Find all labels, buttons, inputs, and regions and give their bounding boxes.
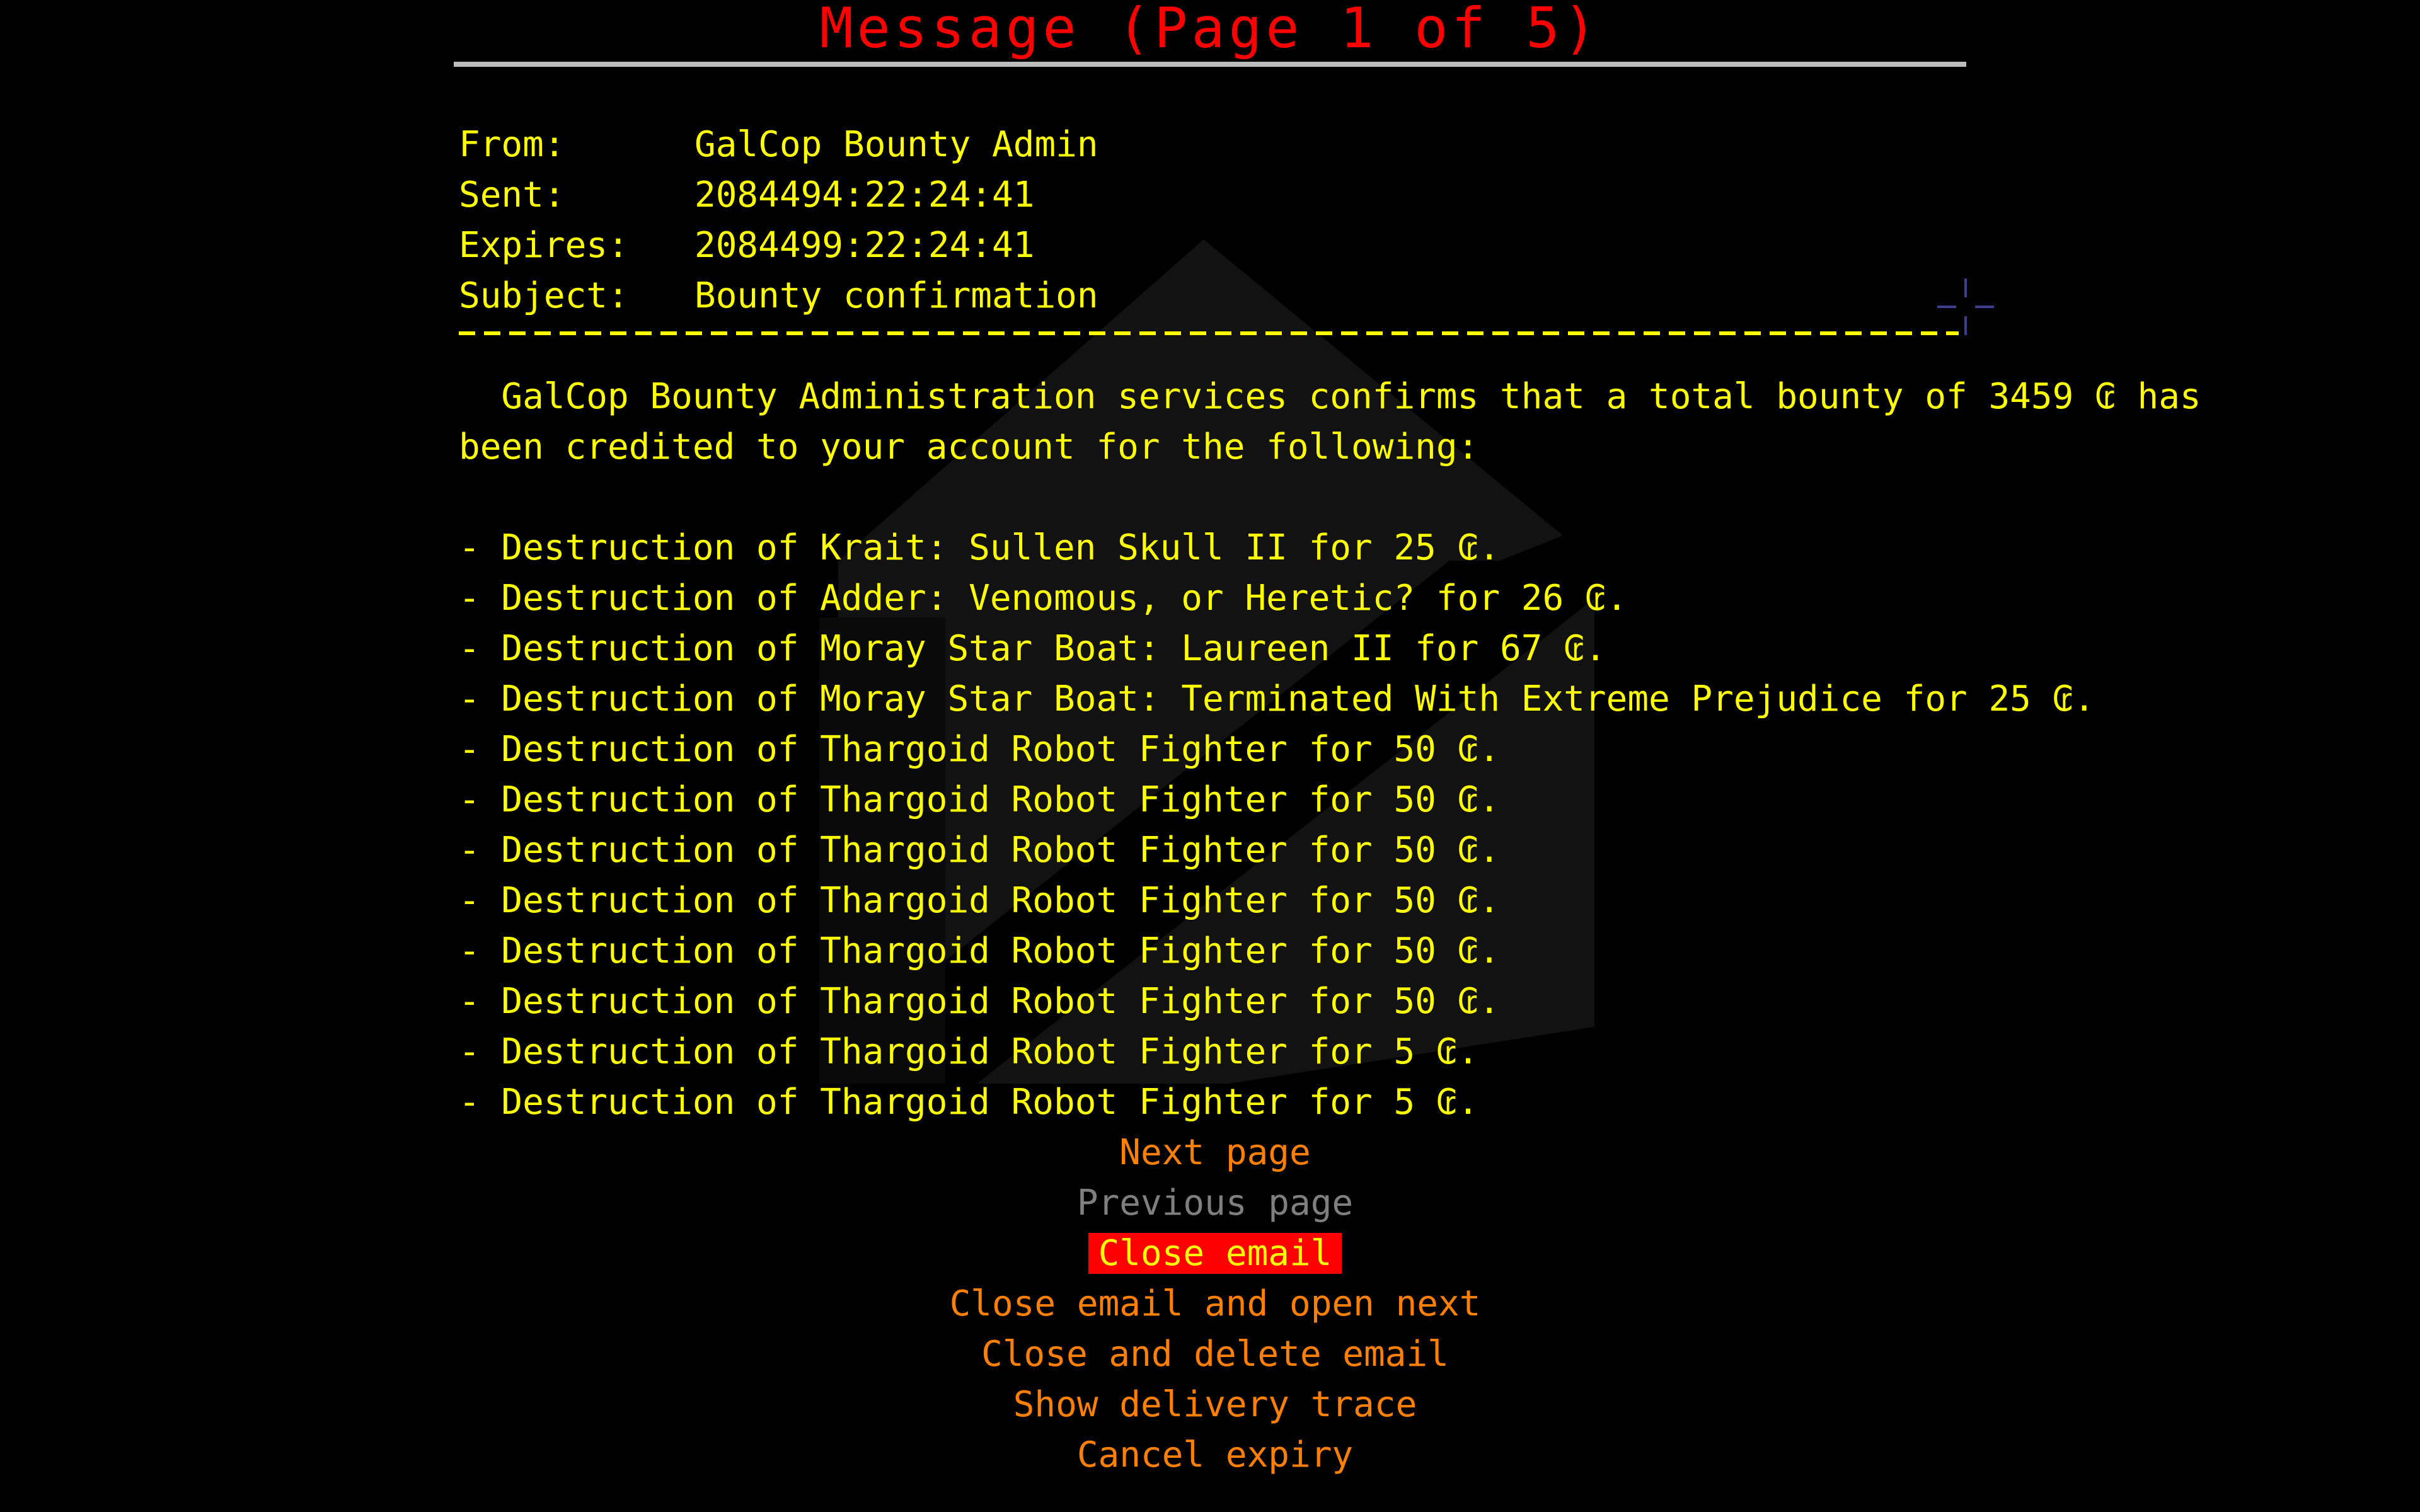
from-label: From:	[459, 124, 565, 165]
bounty-item: - Destruction of Thargoid Robot Fighter …	[459, 779, 1501, 820]
bounty-item: - Destruction of Thargoid Robot Fighter …	[459, 729, 1501, 770]
subject-label: Subject:	[459, 275, 629, 316]
close-and-open-next-button[interactable]: Close email and open next	[0, 1279, 2420, 1329]
close-email-label: Close email	[1088, 1233, 1342, 1274]
expires-label: Expires:	[459, 225, 629, 266]
expires-value: 2084499:22:24:41	[694, 225, 1035, 266]
subject-value: Bounty confirmation	[694, 275, 1098, 316]
next-page-label: Next page	[1119, 1132, 1311, 1173]
message-intro-line-2: been credited to your account for the fo…	[459, 427, 1479, 467]
crosshair-icon	[1937, 278, 1994, 335]
show-delivery-trace-button[interactable]: Show delivery trace	[0, 1380, 2420, 1430]
bounty-item: - Destruction of Thargoid Robot Fighter …	[459, 981, 1501, 1022]
sent-label: Sent:	[459, 175, 565, 215]
show-delivery-trace-label: Show delivery trace	[1013, 1384, 1417, 1425]
close-and-delete-button[interactable]: Close and delete email	[0, 1329, 2420, 1380]
bounty-item: - Destruction of Thargoid Robot Fighter …	[459, 931, 1501, 971]
cancel-expiry-button[interactable]: Cancel expiry	[0, 1430, 2420, 1480]
bounty-item: - Destruction of Krait: Sullen Skull II …	[459, 527, 1501, 568]
next-page-button[interactable]: Next page	[0, 1128, 2420, 1178]
sent-value: 2084494:22:24:41	[694, 175, 1035, 215]
cancel-expiry-label: Cancel expiry	[1076, 1435, 1354, 1475]
bounty-item: - Destruction of Thargoid Robot Fighter …	[459, 880, 1501, 921]
close-email-button[interactable]: Close email	[0, 1228, 2420, 1279]
page-title: Message (Page 1 of 5)	[819, 0, 1601, 60]
bounty-item: - Destruction of Thargoid Robot Fighter …	[459, 830, 1501, 871]
from-value: GalCop Bounty Admin	[694, 124, 1098, 165]
header-separator	[459, 320, 1959, 345]
title-divider	[454, 62, 1966, 67]
previous-page-label: Previous page	[1076, 1183, 1354, 1223]
previous-page-button[interactable]: Previous page	[0, 1178, 2420, 1228]
bounty-item: - Destruction of Moray Star Boat: Termin…	[459, 679, 2095, 719]
bounty-item: - Destruction of Moray Star Boat: Lauree…	[459, 628, 1606, 669]
close-and-delete-label: Close and delete email	[981, 1334, 1449, 1375]
message-intro-line-1: GalCop Bounty Administration services co…	[459, 376, 2201, 417]
bounty-item: - Destruction of Thargoid Robot Fighter …	[459, 1031, 1479, 1072]
bounty-item: - Destruction of Adder: Venomous, or Her…	[459, 578, 1628, 619]
close-and-open-next-label: Close email and open next	[949, 1283, 1481, 1324]
bounty-item: - Destruction of Thargoid Robot Fighter …	[459, 1082, 1479, 1123]
